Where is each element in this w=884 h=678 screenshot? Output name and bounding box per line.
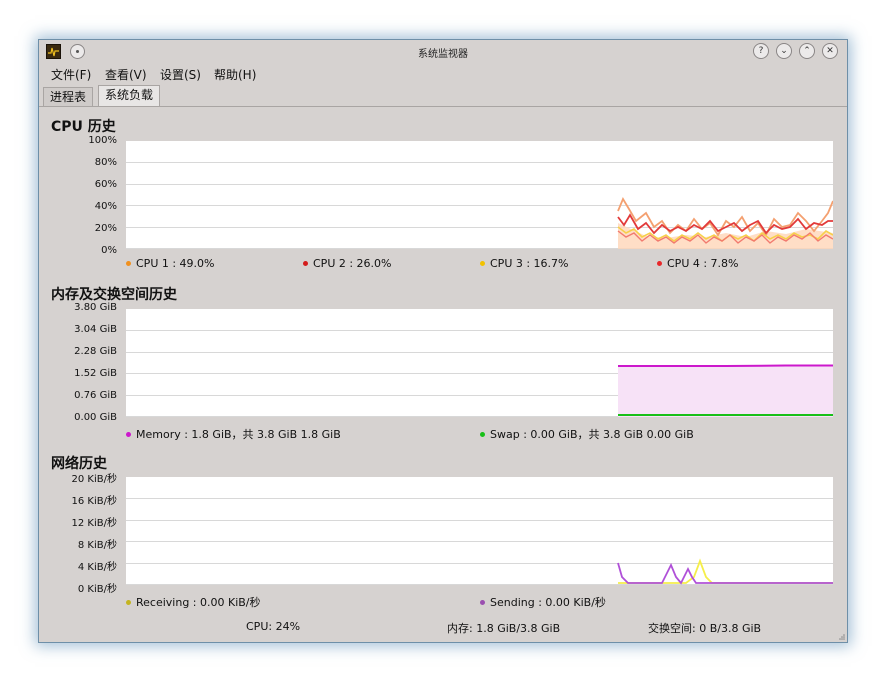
memory-line [618,364,833,367]
swap-color-dot [480,431,485,437]
cpu4-legend-label: CPU 4 : 7.8% [667,257,739,270]
memory-area-fill [618,366,833,417]
menu-bar: 文件(F) 查看(V) 设置(S) 帮助(H) [39,64,847,82]
menu-view[interactable]: 查看(V) [105,66,147,83]
receiving-legend: Receiving : 0.00 KiB/秒 [126,594,261,610]
cpu1-legend: CPU 1 : 49.0% [126,257,215,270]
receiving-color-dot [126,599,131,605]
sending-line [617,562,833,585]
cpu-ytick: 0% [101,245,117,256]
cpu3-legend-label: CPU 3 : 16.7% [490,257,569,270]
minimize-button[interactable]: ⌄ [776,43,792,59]
cpu2-legend: CPU 2 : 26.0% [303,257,392,270]
memory-ytick: 1.52 GiB [74,368,117,379]
maximize-button[interactable]: ⌃ [799,43,815,59]
memory-legend-label: Memory : 1.8 GiB，共 3.8 GiB 1.8 GiB [136,428,341,441]
cpu-ytick: 100% [88,135,117,146]
cpu3-color-dot [480,260,485,266]
receiving-legend-label: Receiving : 0.00 KiB/秒 [136,596,261,609]
network-ytick: 8 KiB/秒 [77,540,117,551]
cpu-ytick: 80% [94,157,117,168]
cpu-ytick: 40% [94,201,117,212]
memory-legend: Memory : 1.8 GiB，共 3.8 GiB 1.8 GiB [126,426,341,442]
cpu2-line [617,213,833,235]
tab-system-load[interactable]: 系统负载 [98,85,161,107]
cpu-history-title: CPU 历史 [51,119,116,135]
menu-help[interactable]: 帮助(H) [214,66,256,83]
cpu-history-graph [126,141,833,249]
cpu2-color-dot [303,260,308,266]
memory-ytick: 2.28 GiB [74,346,117,357]
network-ytick: 0 KiB/秒 [77,584,117,595]
network-ytick: 4 KiB/秒 [77,562,117,573]
memory-ytick: 0.00 GiB [74,412,117,423]
resize-grip-icon[interactable] [839,634,845,640]
system-load-panel: CPU 历史 100% 80% 60% 40% 20% 0% CPU 1 : 4… [39,106,847,643]
cpu2-legend-label: CPU 2 : 26.0% [313,257,392,270]
sending-color-dot [480,599,485,605]
cpu-ytick: 20% [94,223,117,234]
status-swap: 交换空间: 0 B/3.8 GiB [648,622,762,635]
cpu1-color-dot [126,260,131,266]
cpu3-legend: CPU 3 : 16.7% [480,257,569,270]
menu-settings[interactable]: 设置(S) [160,66,201,83]
window-title: 系统监视器 [418,49,468,60]
status-memory: 内存: 1.8 GiB/3.8 GiB [447,622,561,635]
swap-legend: Swap : 0.00 GiB，共 3.8 GiB 0.00 GiB [480,426,694,442]
network-ytick: 12 KiB/秒 [71,518,117,529]
memory-ytick: 0.76 GiB [74,390,117,401]
swap-legend-label: Swap : 0.00 GiB，共 3.8 GiB 0.00 GiB [490,428,694,441]
title-bar[interactable]: 系统监视器 ? ⌄ ⌃ ✕ [39,40,847,62]
memory-ytick: 3.04 GiB [74,324,117,335]
sending-legend-label: Sending : 0.00 KiB/秒 [490,596,606,609]
system-monitor-window: 系统监视器 ? ⌄ ⌃ ✕ 文件(F) 查看(V) 设置(S) 帮助(H) 进程… [38,39,848,643]
memory-history-title: 内存及交换空间历史 [51,287,177,303]
memory-ytick: 3.80 GiB [74,302,117,313]
menu-file[interactable]: 文件(F) [51,66,91,83]
close-button[interactable]: ✕ [822,43,838,59]
network-ytick: 20 KiB/秒 [71,474,117,485]
sending-legend: Sending : 0.00 KiB/秒 [480,594,606,610]
memory-history-graph [126,309,833,417]
cpu-ytick: 60% [94,179,117,190]
status-cpu: CPU: 24% [246,620,301,633]
memory-color-dot [126,431,131,437]
help-button[interactable]: ? [753,43,769,59]
cpu4-color-dot [657,260,662,266]
network-ytick: 16 KiB/秒 [71,496,117,507]
cpu1-legend-label: CPU 1 : 49.0% [136,257,215,270]
receiving-line [618,558,833,584]
network-history-graph [126,477,833,585]
tab-process-table[interactable]: 进程表 [43,87,94,107]
cpu4-legend: CPU 4 : 7.8% [657,257,739,270]
